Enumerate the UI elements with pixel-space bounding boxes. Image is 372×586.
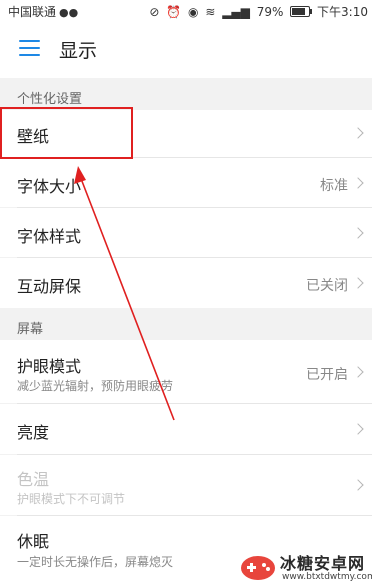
font-style-label: 字体样式	[17, 227, 82, 246]
eye-icon: ◉	[188, 5, 199, 19]
sleep-subtitle: 一定时长无操作后，屏幕熄灭	[17, 555, 174, 569]
eye-comfort-subtitle: 减少蓝光辐射，预防用眼疲劳	[17, 379, 174, 393]
wifi-icon: ≋	[205, 5, 216, 19]
chevron-right-icon	[352, 227, 364, 239]
chevron-right-icon	[352, 177, 364, 189]
alarm-icon: ⏰	[166, 5, 182, 19]
battery-percent: 79%	[256, 5, 284, 19]
eye-comfort-value: 已开启	[306, 367, 348, 383]
color-temp-item: 色温 护眼模式下不可调节	[0, 455, 372, 515]
chevron-right-icon	[352, 277, 364, 289]
menu-icon[interactable]	[19, 40, 40, 56]
screensaver-value: 已关闭	[306, 278, 348, 294]
site-watermark: 冰糖安卓网 www.btxtdwtmy.com	[238, 548, 372, 586]
battery-icon	[290, 6, 313, 17]
color-temp-subtitle: 护眼模式下不可调节	[17, 492, 126, 506]
wechat-icon: ●●	[59, 6, 79, 19]
screensaver-item[interactable]: 互动屏保 已关闭	[0, 258, 372, 308]
font-size-value: 标准	[320, 178, 348, 194]
chevron-right-icon	[352, 127, 364, 139]
status-bar: 中国联通 ●● ⊘ ⏰ ◉ ≋ ▂▄▆ 79% 下午3:10	[0, 0, 372, 22]
watermark-url: www.btxtdwtmy.com	[282, 572, 372, 582]
carrier-name: 中国联通 ●●	[8, 5, 79, 19]
page-title: 显示	[59, 40, 98, 62]
app-bar: 显示	[0, 22, 372, 78]
brightness-label: 亮度	[17, 423, 50, 442]
chevron-right-icon	[352, 479, 364, 491]
gamepad-logo-icon	[241, 556, 275, 580]
sleep-label: 休眠	[17, 532, 50, 551]
mute-icon: ⊘	[149, 5, 160, 19]
signal-icon: ▂▄▆	[222, 5, 250, 19]
clock: 下午3:10	[317, 5, 368, 19]
chevron-right-icon	[352, 423, 364, 435]
brightness-item[interactable]: 亮度	[0, 404, 372, 454]
section-header-personalization: 个性化设置	[0, 80, 372, 110]
font-size-label: 字体大小	[17, 177, 82, 196]
eye-comfort-label: 护眼模式	[17, 357, 82, 376]
wallpaper-item[interactable]: 壁纸	[0, 110, 372, 157]
eye-comfort-item[interactable]: 护眼模式 减少蓝光辐射，预防用眼疲劳 已开启	[0, 340, 372, 403]
font-style-item[interactable]: 字体样式	[0, 208, 372, 257]
status-icons: ⊘ ⏰ ◉ ≋ ▂▄▆ 79% 下午3:10	[146, 3, 368, 20]
screensaver-label: 互动屏保	[17, 277, 82, 296]
watermark-name: 冰糖安卓网	[280, 554, 366, 573]
wallpaper-label: 壁纸	[17, 127, 50, 146]
chevron-right-icon	[352, 366, 364, 378]
font-size-item[interactable]: 字体大小 标准	[0, 158, 372, 207]
section-header-screen: 屏幕	[0, 310, 372, 340]
color-temp-label: 色温	[17, 470, 50, 489]
